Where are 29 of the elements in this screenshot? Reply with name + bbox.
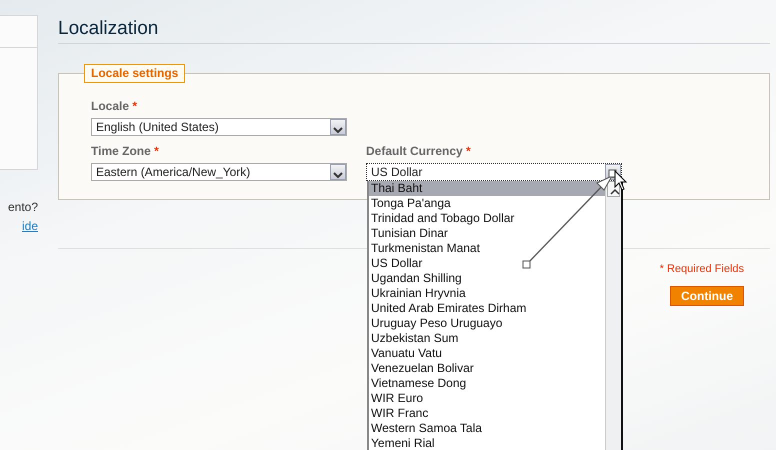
dropdown-option[interactable]: Trinidad and Tobago Dollar — [369, 211, 605, 226]
dropdown-option[interactable]: Ugandan Shilling — [369, 271, 605, 286]
field-label: Default Currency * — [366, 144, 472, 159]
dropdown-option[interactable]: Vanuatu Vatu — [369, 346, 605, 361]
field-label: Time Zone * — [91, 144, 160, 159]
sidebar-text: ento? — [8, 199, 38, 216]
scrollbar[interactable] — [605, 181, 621, 450]
dropdown-option[interactable]: Yemeni Rial — [369, 436, 605, 450]
dropdown-option[interactable]: Thai Baht — [369, 181, 605, 196]
dropdown-option[interactable]: US Dollar — [369, 256, 605, 271]
dropdown-option[interactable]: Venezuelan Bolivar — [369, 361, 605, 376]
dropdown-option[interactable]: Tonga Pa'anga — [369, 196, 605, 211]
dropdown-option[interactable]: Uzbekistan Sum — [369, 331, 605, 346]
dropdown-option[interactable]: Western Samoa Tala — [369, 421, 605, 436]
sidebar-link[interactable]: ide — [22, 217, 38, 236]
dropdown-option[interactable]: Vietnamese Dong — [369, 376, 605, 391]
page-title: Localization — [58, 17, 770, 44]
dropdown-option[interactable]: United Arab Emirates Dirham — [369, 301, 605, 316]
dropdown-option[interactable]: Uruguay Peso Uruguayo — [369, 316, 605, 331]
dropdown-option[interactable]: Tunisian Dinar — [369, 226, 605, 241]
select-field[interactable]: English (United States) — [91, 118, 347, 136]
dropdown-option[interactable]: Ukrainian Hryvnia — [369, 286, 605, 301]
fieldset-legend: Locale settings — [84, 64, 186, 83]
dropdown-option[interactable]: Turkmenistan Manat — [369, 241, 605, 256]
select-field[interactable]: Eastern (America/New_York) — [91, 163, 347, 181]
dropdown-option[interactable]: WIR Euro — [369, 391, 605, 406]
dropdown-option[interactable]: WIR Franc — [369, 406, 605, 421]
required-note: * Required Fields — [660, 262, 744, 277]
field-label: Locale * — [91, 99, 138, 114]
